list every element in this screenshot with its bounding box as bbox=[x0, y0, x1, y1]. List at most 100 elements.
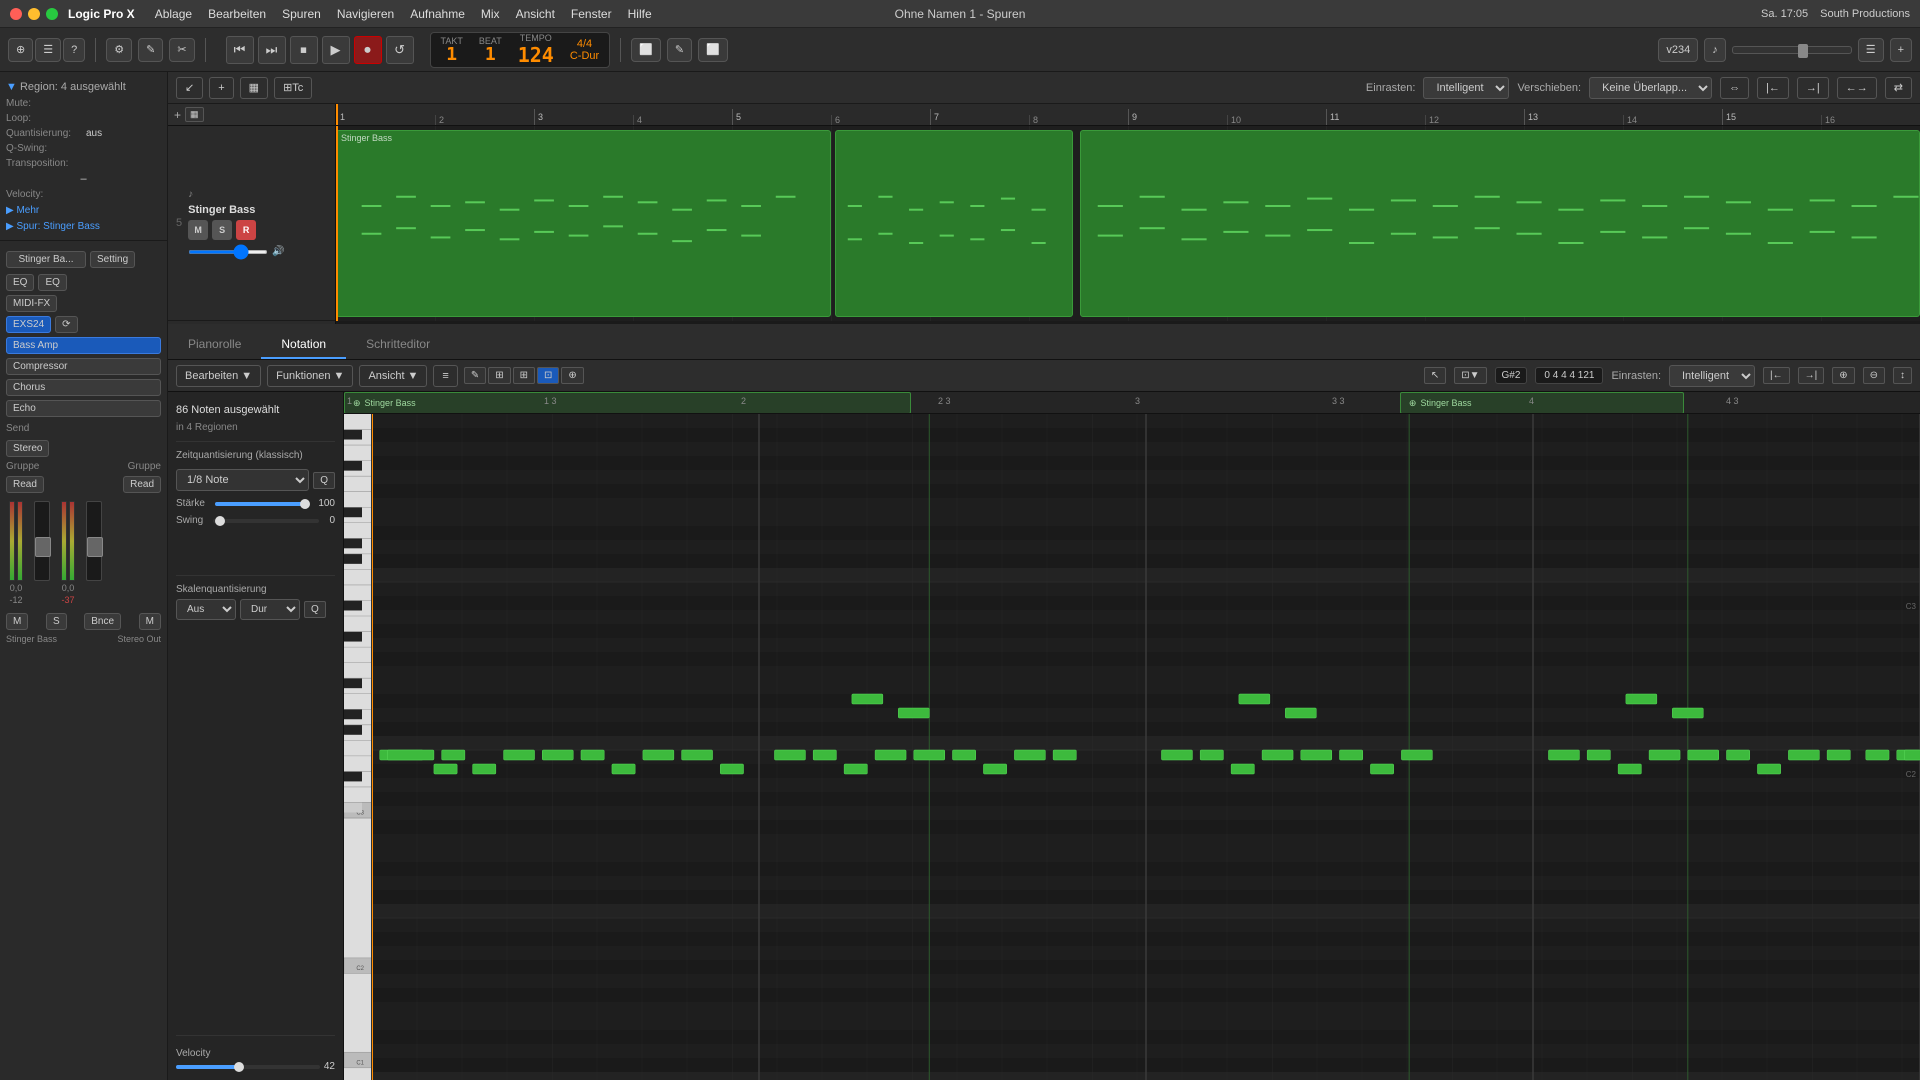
einrasten-select[interactable]: Intelligent bbox=[1423, 77, 1509, 99]
toolbar-btn-v234[interactable]: v234 bbox=[1658, 38, 1698, 62]
play-button[interactable]: ▶ bbox=[322, 36, 350, 64]
toolbar-edit[interactable]: ✎ bbox=[138, 38, 163, 62]
editor-zoom1-btn[interactable]: |← bbox=[1763, 367, 1790, 384]
editor-ansicht-btn[interactable]: Ansicht ▼ bbox=[359, 365, 427, 387]
note-b1-4[interactable] bbox=[504, 750, 535, 760]
cycle-button[interactable]: ↺ bbox=[386, 36, 414, 64]
echo-btn[interactable]: Echo bbox=[6, 400, 161, 417]
tab-notation[interactable]: Notation bbox=[261, 331, 346, 359]
s-btn[interactable]: S bbox=[46, 613, 67, 630]
eq-btn[interactable]: EQ bbox=[6, 274, 34, 291]
note-b3-7[interactable] bbox=[1370, 764, 1393, 774]
toolbar-scissors[interactable]: ✂ bbox=[169, 38, 194, 62]
editor-pencil-btn[interactable]: ✎ bbox=[464, 367, 486, 384]
note-b4-4[interactable] bbox=[1649, 750, 1680, 760]
master-volume-thumb[interactable] bbox=[1798, 44, 1808, 58]
note2[interactable] bbox=[434, 764, 457, 774]
m-btn[interactable]: M bbox=[6, 613, 28, 630]
editor-funktionen-btn[interactable]: Funktionen ▼ bbox=[267, 365, 353, 387]
note-b3-2[interactable] bbox=[1200, 750, 1223, 760]
setting-btn[interactable]: Setting bbox=[90, 251, 135, 268]
note-b3-6[interactable] bbox=[1340, 750, 1363, 760]
note-b2-8[interactable] bbox=[1014, 750, 1045, 760]
toolbar-plus[interactable]: + bbox=[1890, 38, 1912, 62]
rewind-button[interactable]: ⏮ bbox=[226, 36, 254, 64]
chorus-btn[interactable]: Chorus bbox=[6, 379, 161, 396]
menu-spuren[interactable]: Spuren bbox=[282, 7, 321, 21]
note-b1-2[interactable] bbox=[442, 750, 465, 760]
mehr-btn[interactable]: ▶ Mehr bbox=[6, 202, 161, 219]
note-high-b3-1[interactable] bbox=[1239, 694, 1270, 704]
editor-tool4-btn[interactable]: ⊡ bbox=[537, 367, 559, 384]
tab-schritteditor[interactable]: Schritteditor bbox=[346, 331, 450, 359]
note-b2-2[interactable] bbox=[813, 750, 836, 760]
note-b2-7[interactable] bbox=[983, 764, 1006, 774]
fast-forward-button[interactable]: ⏭ bbox=[258, 36, 286, 64]
menu-fenster[interactable]: Fenster bbox=[571, 7, 612, 21]
read-btn2[interactable]: Read bbox=[123, 476, 161, 493]
note-b3-5[interactable] bbox=[1301, 750, 1332, 760]
note-b3-8[interactable] bbox=[1401, 750, 1432, 760]
note-b4-1[interactable] bbox=[1548, 750, 1579, 760]
piano-roll-grid[interactable]: C3 C2 bbox=[372, 414, 1920, 1080]
aus-select[interactable]: Aus bbox=[176, 599, 236, 620]
menu-ablage[interactable]: Ablage bbox=[155, 7, 192, 21]
staerke-thumb[interactable] bbox=[300, 499, 310, 509]
zoom-in-btn[interactable]: ⇄ bbox=[1885, 77, 1912, 99]
staerke-slider[interactable] bbox=[215, 502, 308, 506]
note-extra-2[interactable] bbox=[720, 764, 743, 774]
master-volume[interactable] bbox=[1732, 46, 1852, 54]
editor-bearbeiten-btn[interactable]: Bearbeiten ▼ bbox=[176, 365, 261, 387]
editor-zoom2-btn[interactable]: →| bbox=[1798, 367, 1825, 384]
toolbar-btn-extra1[interactable]: ⬜ bbox=[631, 38, 661, 62]
note-b4-9[interactable] bbox=[1827, 750, 1850, 760]
eq-btn2[interactable]: EQ bbox=[38, 274, 66, 291]
record-button[interactable]: ⏺ bbox=[354, 36, 382, 64]
verschieben-select[interactable]: Keine Überlapp... bbox=[1589, 77, 1712, 99]
mute-btn[interactable]: M bbox=[188, 220, 208, 240]
editor-zoom5-btn[interactable]: ↕ bbox=[1893, 367, 1912, 384]
toolbar-list[interactable]: ☰ bbox=[1858, 38, 1884, 62]
arrow-back[interactable]: ↙ bbox=[176, 77, 203, 99]
midi-region-btn[interactable]: ▦ bbox=[240, 77, 268, 99]
scale-q-btn[interactable]: Q bbox=[304, 601, 326, 618]
note-b2-9[interactable] bbox=[1053, 750, 1076, 760]
swing-slider[interactable] bbox=[213, 519, 319, 523]
compressor-btn[interactable]: Compressor bbox=[6, 358, 161, 375]
note-b1-5[interactable] bbox=[542, 750, 573, 760]
note-b4-2[interactable] bbox=[1587, 750, 1610, 760]
note-b1-6[interactable] bbox=[581, 750, 604, 760]
bassamp-btn[interactable]: Bass Amp bbox=[6, 337, 161, 354]
fader-track1[interactable] bbox=[34, 501, 50, 581]
note-b2-5[interactable] bbox=[914, 750, 945, 760]
note-b2-4[interactable] bbox=[875, 750, 906, 760]
zoom-out-btn[interactable]: ←→ bbox=[1837, 77, 1877, 99]
note-b4-5[interactable] bbox=[1688, 750, 1719, 760]
menu-hilfe[interactable]: Hilfe bbox=[628, 7, 652, 21]
editor-menu-btn[interactable]: ≡ bbox=[433, 365, 457, 387]
record-arm-btn[interactable]: R bbox=[236, 220, 256, 240]
note-high-b4-2[interactable] bbox=[1672, 708, 1703, 718]
note-b2-6[interactable] bbox=[953, 750, 976, 760]
region-3[interactable] bbox=[1080, 130, 1920, 317]
add-track-btn[interactable]: + bbox=[174, 108, 181, 122]
fader-knob1[interactable] bbox=[35, 537, 51, 557]
note-b4-6[interactable] bbox=[1727, 750, 1750, 760]
maximize-button[interactable] bbox=[46, 8, 58, 20]
region-1[interactable]: Stinger Bass bbox=[336, 130, 831, 317]
note-b4-10[interactable] bbox=[1866, 750, 1889, 760]
note-end-1[interactable] bbox=[1905, 750, 1920, 760]
menu-mix[interactable]: Mix bbox=[481, 7, 500, 21]
midifx-btn[interactable]: MIDI-FX bbox=[6, 295, 57, 312]
note-b4-7[interactable] bbox=[1757, 764, 1780, 774]
note-b4-8[interactable] bbox=[1788, 750, 1819, 760]
note-b1-7[interactable] bbox=[612, 764, 635, 774]
midi-icon-btn[interactable]: ▦ bbox=[185, 107, 204, 122]
snap-btn2[interactable]: |← bbox=[1757, 77, 1789, 99]
note-high-b3-2[interactable] bbox=[1285, 708, 1316, 718]
toolbar-icon2[interactable]: ☰ bbox=[35, 38, 61, 62]
menu-bearbeiten[interactable]: Bearbeiten bbox=[208, 7, 266, 21]
snap-btn3[interactable]: →| bbox=[1797, 77, 1829, 99]
note-b1-1[interactable] bbox=[387, 750, 433, 760]
note-b3-1[interactable] bbox=[1161, 750, 1192, 760]
